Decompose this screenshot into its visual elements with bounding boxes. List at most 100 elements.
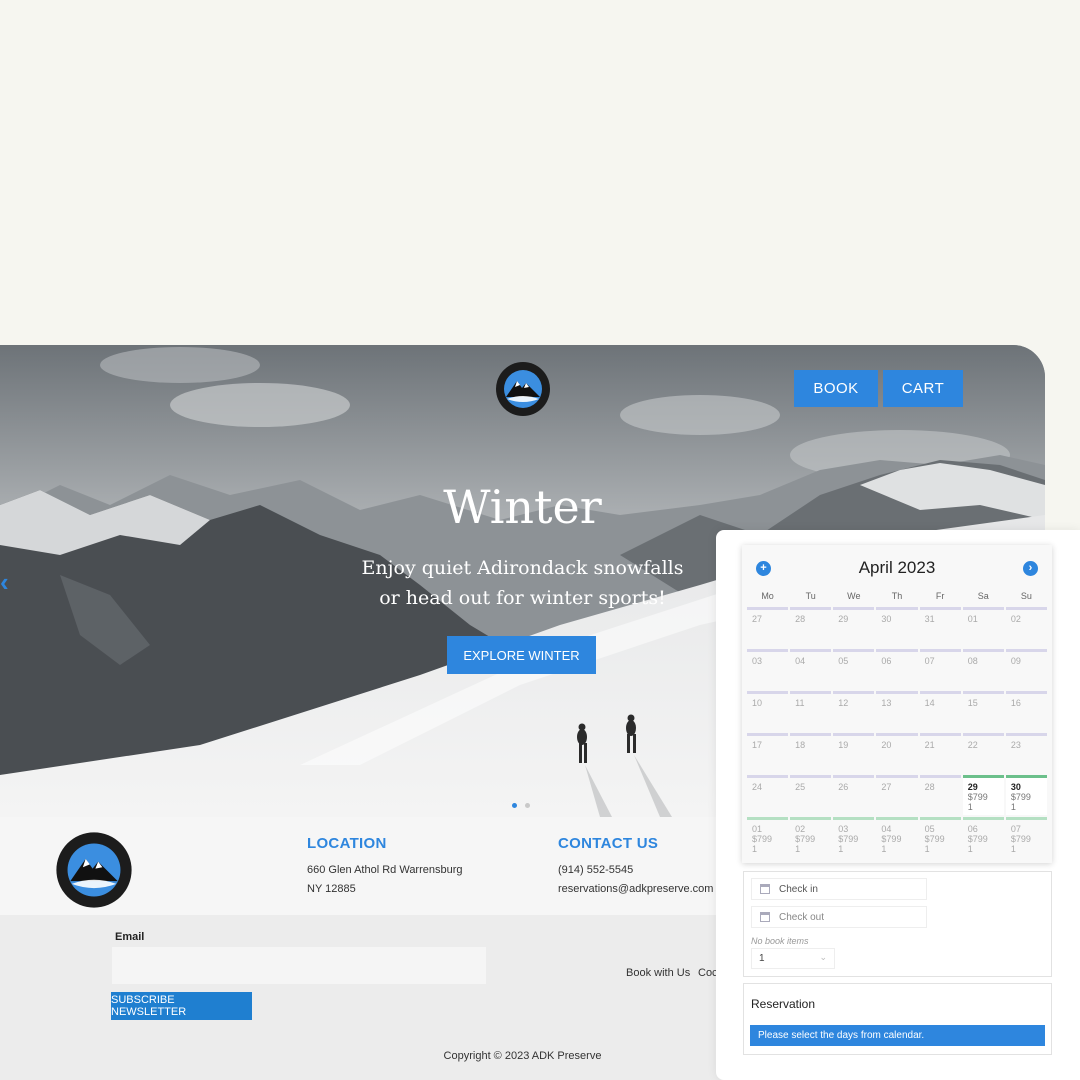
weekday-label: Su — [1020, 591, 1032, 601]
calendar-day[interactable]: 29 $799 1 — [962, 775, 1004, 815]
footer-link-book[interactable]: Book with Us — [626, 967, 690, 979]
weekday-label: Sa — [977, 591, 989, 601]
day-number: 26 — [838, 782, 849, 792]
day-number: 04 — [881, 824, 892, 834]
reservation-panel: Reservation Please select the days from … — [743, 983, 1052, 1055]
quantity-value: 1 — [759, 953, 765, 964]
cart-button[interactable]: CART — [883, 370, 963, 407]
slider-dot-1[interactable] — [512, 803, 517, 808]
calendar-next-icon[interactable]: › — [1023, 561, 1038, 576]
day-number: 30 — [1010, 782, 1021, 792]
day-number: 05 — [838, 656, 849, 666]
day-availability: 1 — [967, 844, 973, 854]
phone-link[interactable]: (914) 552-5545 — [558, 864, 633, 876]
day-number: 28 — [924, 782, 935, 792]
weekday-label: Mo — [761, 591, 774, 601]
day-availability: 1 — [1010, 844, 1016, 854]
calendar-day[interactable]: 03 $799 1 — [833, 817, 875, 857]
day-number: 09 — [1010, 656, 1021, 666]
calendar-day[interactable]: 30 $799 1 — [1005, 775, 1047, 815]
footer-link-code[interactable]: Coc — [698, 967, 718, 979]
day-number: 19 — [838, 740, 849, 750]
day-number: 14 — [924, 698, 935, 708]
calendar-day: 22 — [962, 733, 1004, 773]
day-price: $799 — [838, 834, 859, 844]
calendar-day: 29 — [833, 607, 875, 647]
calendar-day[interactable]: 02 $799 1 — [790, 817, 832, 857]
adk-preserve-logo[interactable] — [495, 361, 551, 417]
day-number: 11 — [795, 698, 805, 708]
calendar-day: 15 — [962, 691, 1004, 731]
calendar-day: 27 — [747, 607, 789, 647]
address-line1: 660 Glen Athol Rd Warrensburg — [307, 864, 463, 876]
calendar-day[interactable]: 05 $799 1 — [919, 817, 961, 857]
day-number: 15 — [967, 698, 978, 708]
day-availability: 1 — [1010, 802, 1016, 812]
day-price: $799 — [924, 834, 945, 844]
calendar-day: 09 — [1005, 649, 1047, 689]
day-number: 06 — [967, 824, 978, 834]
day-number: 27 — [881, 782, 892, 792]
day-price: $799 — [1010, 834, 1031, 844]
footer-logo[interactable] — [55, 831, 133, 909]
slider-prev-arrow-icon[interactable]: ‹ — [0, 567, 9, 598]
weekday-label: We — [847, 591, 861, 601]
day-number: 25 — [795, 782, 806, 792]
weekday-label: Th — [891, 591, 903, 601]
explore-winter-button[interactable]: EXPLORE WINTER — [447, 636, 596, 674]
check-out-placeholder: Check out — [779, 911, 825, 923]
day-price: $799 — [1010, 792, 1031, 802]
calendar-day[interactable]: 04 $799 1 — [876, 817, 918, 857]
day-number: 29 — [967, 782, 978, 792]
day-availability: 1 — [838, 844, 844, 854]
day-number: 04 — [795, 656, 806, 666]
day-number: 07 — [924, 656, 935, 666]
hero-title: Winter — [443, 480, 602, 534]
booking-dates-panel: Check in Check out No book items 1 ⌄ — [743, 871, 1052, 977]
calendar-day[interactable]: 01 $799 1 — [747, 817, 789, 857]
book-button[interactable]: BOOK — [794, 370, 878, 407]
day-number: 01 — [967, 614, 978, 624]
calendar-day: 10 — [747, 691, 789, 731]
calendar-day: 25 — [790, 775, 832, 815]
check-in-field[interactable]: Check in — [751, 878, 927, 900]
calendar-day: 02 — [1005, 607, 1047, 647]
day-price: $799 — [795, 834, 816, 844]
day-number: 30 — [881, 614, 892, 624]
address-line2: NY 12885 — [307, 883, 356, 895]
newsletter-email-input[interactable] — [112, 947, 486, 984]
calendar-day: 26 — [833, 775, 875, 815]
day-availability: 1 — [881, 844, 887, 854]
calendar-day: 01 — [962, 607, 1004, 647]
check-out-field[interactable]: Check out — [751, 906, 927, 928]
calendar-day: 05 — [833, 649, 875, 689]
day-number: 21 — [924, 740, 935, 750]
day-number: 03 — [838, 824, 849, 834]
slider-dot-2[interactable] — [525, 803, 530, 808]
calendar-month-title: April 2023 — [858, 558, 936, 577]
calendar-day[interactable]: 06 $799 1 — [962, 817, 1004, 857]
day-number: 24 — [752, 782, 763, 792]
day-number: 02 — [1010, 614, 1021, 624]
day-number: 01 — [752, 824, 763, 834]
day-number: 23 — [1010, 740, 1021, 750]
calendar-day: 13 — [876, 691, 918, 731]
calendar-day: 06 — [876, 649, 918, 689]
calendar-day: 21 — [919, 733, 961, 773]
quantity-select[interactable]: 1 ⌄ — [751, 948, 835, 969]
day-number: 20 — [881, 740, 892, 750]
subscribe-newsletter-button[interactable]: SUBSCRIBE NEWSLETTER — [111, 992, 252, 1020]
day-number: 29 — [838, 614, 849, 624]
day-availability: 1 — [967, 802, 973, 812]
contact-heading: CONTACT US — [558, 835, 659, 852]
chevron-down-icon: ⌄ — [819, 952, 827, 962]
day-number: 16 — [1010, 698, 1021, 708]
day-price: $799 — [752, 834, 773, 844]
calendar-day[interactable]: 07 $799 1 — [1005, 817, 1047, 857]
day-price: $799 — [967, 834, 988, 844]
day-number: 13 — [881, 698, 892, 708]
email-link[interactable]: reservations@adkpreserve.com — [558, 883, 713, 895]
day-number: 12 — [838, 698, 849, 708]
no-book-items-label: No book items — [751, 936, 809, 946]
day-number: 06 — [881, 656, 892, 666]
